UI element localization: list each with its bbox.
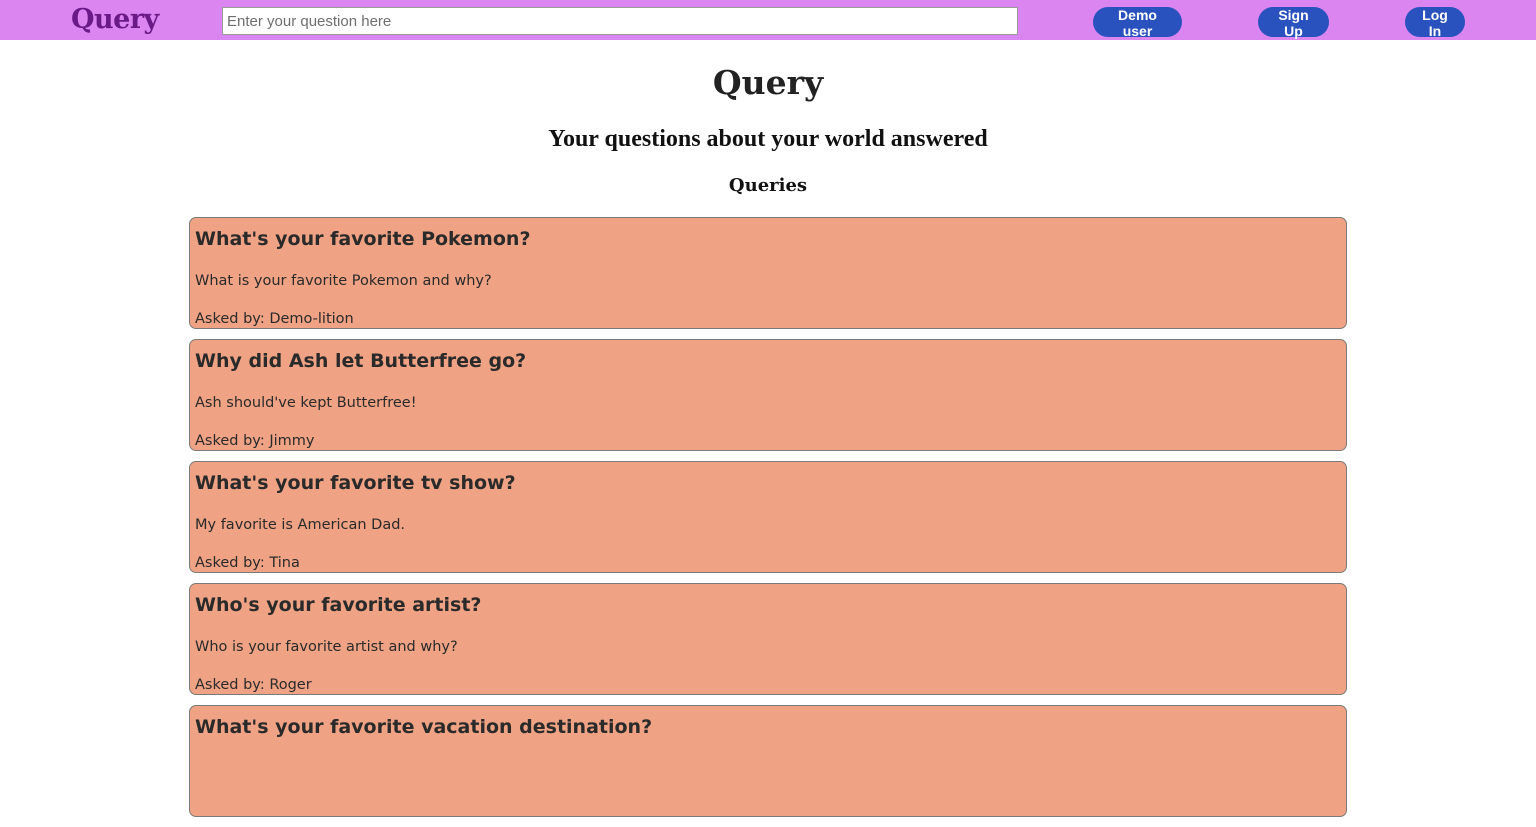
query-title[interactable]: What's your favorite vacation destinatio… (195, 715, 652, 739)
query-card[interactable]: What's your favorite Pokemon? What is yo… (189, 217, 1347, 329)
query-title[interactable]: What's your favorite tv show? (195, 471, 516, 495)
demo-user-button[interactable]: Demo user (1093, 7, 1182, 39)
logo[interactable]: Query (71, 3, 159, 37)
query-title[interactable]: Who's your favorite artist? (195, 593, 481, 617)
page-title: Query (712, 63, 824, 102)
query-body: Ash should've kept Butterfree! (195, 395, 417, 411)
top-navbar: Query Demo user Sign Up Log In (0, 0, 1536, 40)
query-body: Who is your favorite artist and why? (195, 639, 458, 655)
query-author: Asked by: Jimmy (195, 433, 315, 449)
query-card[interactable]: What's your favorite tv show? My favorit… (189, 461, 1347, 573)
query-title[interactable]: What's your favorite Pokemon? (195, 227, 530, 251)
query-card[interactable]: Why did Ash let Butterfree go? Ash shoul… (189, 339, 1347, 451)
search-input[interactable] (222, 7, 1018, 35)
query-author: Asked by: Roger (195, 677, 312, 693)
query-body: My favorite is American Dad. (195, 517, 406, 533)
query-title[interactable]: Why did Ash let Butterfree go? (195, 349, 526, 373)
query-card[interactable]: What's your favorite vacation destinatio… (189, 705, 1347, 817)
query-author: Asked by: Demo-lition (195, 311, 354, 327)
query-author: Asked by: Tina (195, 555, 300, 571)
query-card[interactable]: Who's your favorite artist? Who is your … (189, 583, 1347, 695)
query-body: What is your favorite Pokemon and why? (195, 273, 492, 289)
page-subtitle: Your questions about your world answered (548, 126, 988, 152)
query-list: What's your favorite Pokemon? What is yo… (189, 217, 1347, 827)
sign-up-button[interactable]: Sign Up (1258, 7, 1329, 39)
queries-heading: Queries (728, 175, 808, 196)
log-in-button[interactable]: Log In (1405, 7, 1465, 39)
